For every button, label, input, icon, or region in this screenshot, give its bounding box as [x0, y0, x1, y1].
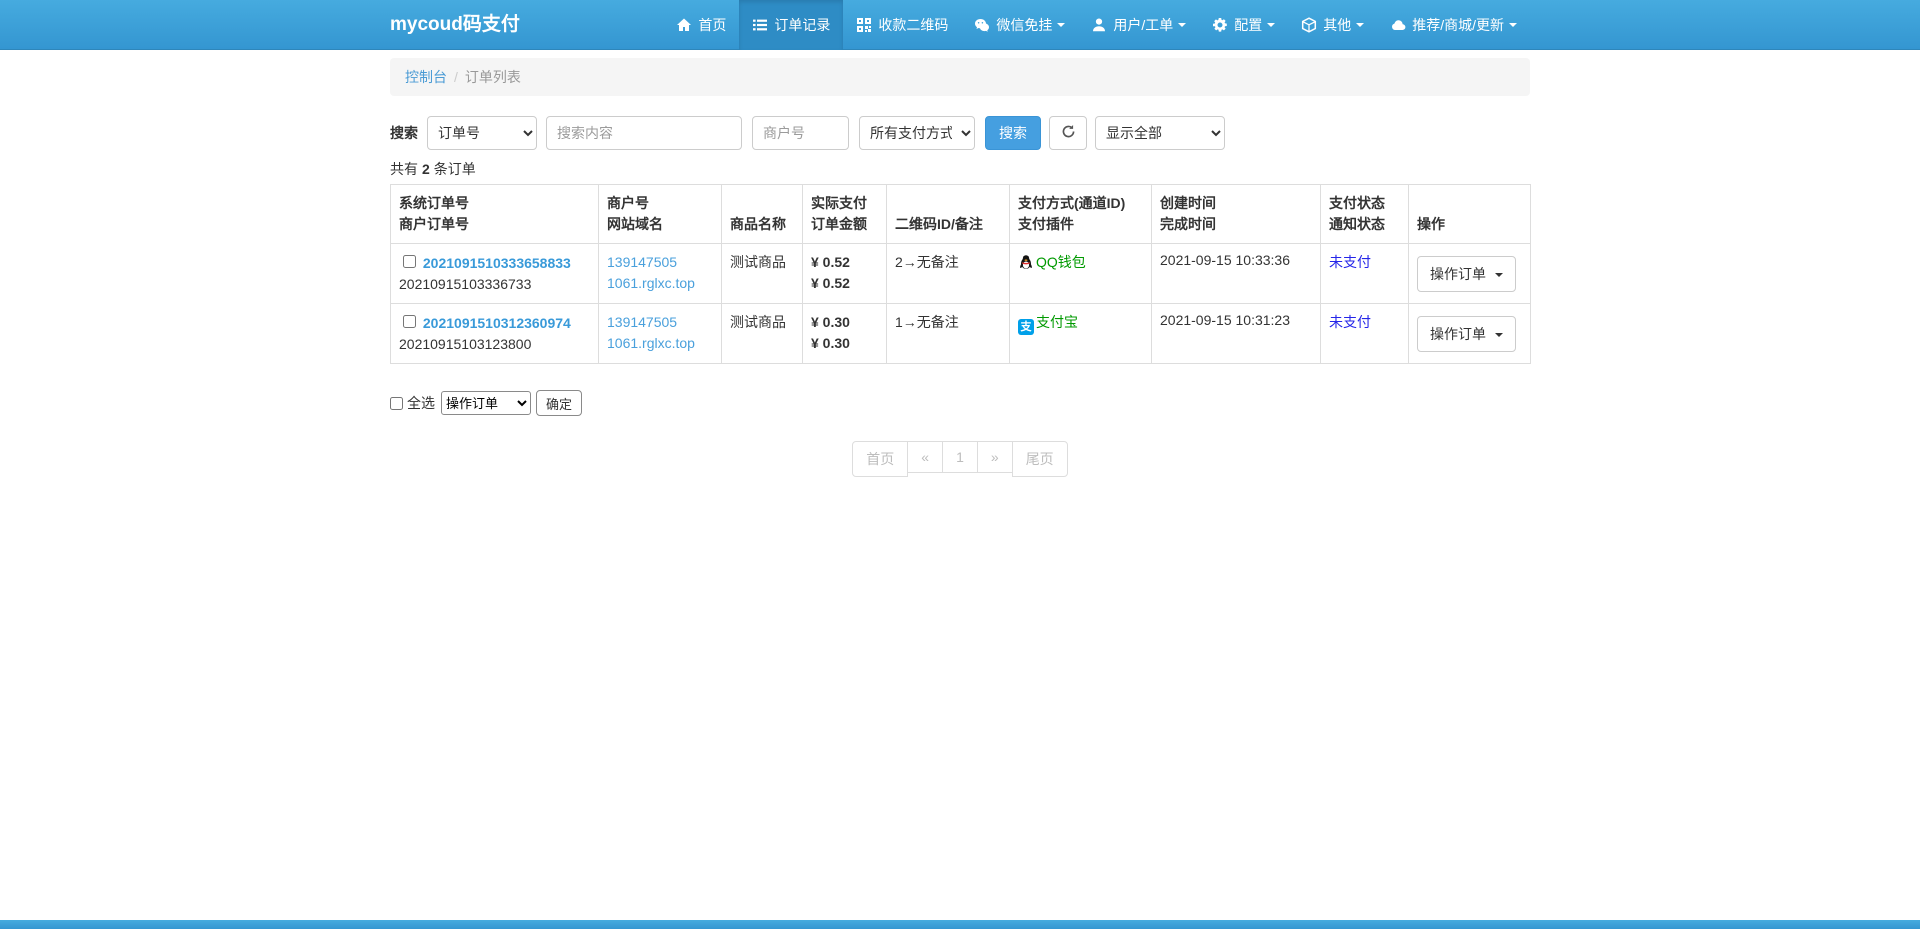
col-header-merchant: 商户号网站域名 [599, 185, 722, 244]
pay-status: 未支付 [1329, 254, 1371, 270]
col-header-order-numbers: 系统订单号商户订单号 [391, 185, 599, 244]
pay-status: 未支付 [1329, 314, 1371, 330]
display-filter-select[interactable]: 显示全部 [1095, 116, 1225, 150]
merchant-id-link[interactable]: 139147505 [607, 314, 677, 330]
cloud-icon [1390, 17, 1406, 33]
order-action-button[interactable]: 操作订单 [1417, 256, 1516, 292]
chevron-down-icon [1495, 333, 1503, 337]
select-all-label: 全选 [407, 393, 435, 413]
order-count: 2 [422, 161, 430, 177]
breadcrumb: 控制台 / 订单列表 [390, 58, 1530, 96]
created-time: 2021-09-15 10:33:36 [1152, 244, 1321, 304]
search-toolbar: 搜索 订单号 所有支付方式 搜索 显示全部 [390, 116, 1530, 150]
row-checkbox[interactable] [403, 255, 416, 268]
nav-item-other[interactable]: 其他 [1288, 0, 1377, 50]
system-order-link[interactable]: 2021091510333658833 [423, 255, 571, 271]
col-header-actions: 操作 [1409, 185, 1531, 244]
created-time: 2021-09-15 10:31:23 [1152, 304, 1321, 364]
wechat-icon [974, 17, 990, 33]
merchant-order-number: 20210915103123800 [399, 334, 590, 355]
bulk-actions-bar: 全选 操作订单 确定 [390, 390, 1530, 416]
qq-wallet-icon [1018, 254, 1034, 270]
system-order-link[interactable]: 2021091510312360974 [423, 315, 571, 331]
domain-link[interactable]: 1061.rglxc.top [607, 275, 695, 291]
nav-item-qrcode[interactable]: 收款二维码 [843, 0, 961, 50]
chevron-down-icon [1495, 273, 1503, 277]
qr-note: 1→无备注 [887, 304, 1010, 364]
refresh-icon [1061, 124, 1076, 142]
col-header-pay-method: 支付方式(通道ID)支付插件 [1010, 185, 1152, 244]
search-type-select[interactable]: 订单号 [427, 116, 537, 150]
merchant-id-input[interactable] [752, 116, 849, 150]
col-header-amount: 实际支付订单金额 [803, 185, 887, 244]
cube-icon [1301, 17, 1317, 33]
qr-note: 2→无备注 [887, 244, 1010, 304]
product-name: 测试商品 [722, 244, 803, 304]
pagination: 首页 « 1 » 尾页 [0, 441, 1920, 477]
pagination-prev[interactable]: « [907, 441, 943, 473]
domain-link[interactable]: 1061.rglxc.top [607, 335, 695, 351]
chevron-down-icon [1178, 23, 1186, 27]
user-icon [1091, 17, 1107, 33]
order-amount: ¥ 0.30 [811, 333, 878, 354]
qrcode-icon [856, 17, 872, 33]
pagination-next[interactable]: » [977, 441, 1013, 473]
pay-method-name: 支付宝 [1036, 314, 1078, 330]
pay-type-select[interactable]: 所有支付方式 [859, 116, 975, 150]
product-name: 测试商品 [722, 304, 803, 364]
list-icon [752, 17, 768, 33]
nav-item-home[interactable]: 首页 [663, 0, 739, 50]
paid-amount: ¥ 0.52 [811, 252, 878, 273]
breadcrumb-current: 订单列表 [465, 69, 521, 85]
chevron-down-icon [1509, 23, 1517, 27]
pagination-page-1[interactable]: 1 [942, 441, 978, 473]
order-amount: ¥ 0.52 [811, 273, 878, 294]
top-navbar: mycoud码支付 首页 订单记录 收款二维码 [0, 0, 1920, 50]
nav-item-recommend-shop-update[interactable]: 推荐/商城/更新 [1377, 0, 1530, 50]
alipay-icon: 支 [1018, 319, 1034, 335]
nav-item-config[interactable]: 配置 [1199, 0, 1288, 50]
gear-icon [1212, 17, 1228, 33]
nav-item-users-tickets[interactable]: 用户/工单 [1078, 0, 1199, 50]
search-label: 搜索 [390, 123, 418, 143]
brand-logo[interactable]: mycoud码支付 [390, 0, 520, 50]
chevron-down-icon [1356, 23, 1364, 27]
chevron-down-icon [1057, 23, 1065, 27]
search-button[interactable]: 搜索 [985, 116, 1041, 150]
select-all-checkbox[interactable] [390, 397, 403, 410]
orders-table: 系统订单号商户订单号 商户号网站域名 商品名称 实际支付订单金额 二维码ID/备… [390, 184, 1531, 364]
bulk-action-select[interactable]: 操作订单 [441, 391, 531, 415]
footer-bar [0, 920, 1920, 929]
confirm-button[interactable]: 确定 [536, 390, 582, 416]
col-header-qr-note: 二维码ID/备注 [887, 185, 1010, 244]
chevron-down-icon [1267, 23, 1275, 27]
merchant-id-link[interactable]: 139147505 [607, 254, 677, 270]
pagination-first[interactable]: 首页 [852, 441, 908, 477]
pay-method-name: QQ钱包 [1036, 254, 1086, 270]
table-row: 2021091510312360974 20210915103123800 13… [391, 304, 1531, 364]
nav-item-order-records[interactable]: 订单记录 [739, 0, 843, 50]
order-count-summary: 共有2条订单 [390, 159, 1530, 179]
table-header-row: 系统订单号商户订单号 商户号网站域名 商品名称 实际支付订单金额 二维码ID/备… [391, 185, 1531, 244]
nav-item-wechat[interactable]: 微信免挂 [961, 0, 1078, 50]
home-icon [676, 17, 692, 33]
merchant-order-number: 20210915103336733 [399, 274, 590, 295]
breadcrumb-console-link[interactable]: 控制台 [405, 69, 447, 85]
search-input[interactable] [546, 116, 742, 150]
col-header-status: 支付状态通知状态 [1321, 185, 1409, 244]
order-action-button[interactable]: 操作订单 [1417, 316, 1516, 352]
table-row: 2021091510333658833 20210915103336733 13… [391, 244, 1531, 304]
col-header-time: 创建时间完成时间 [1152, 185, 1321, 244]
main-menu: 首页 订单记录 收款二维码 微信免挂 [663, 0, 1530, 50]
paid-amount: ¥ 0.30 [811, 312, 878, 333]
refresh-button[interactable] [1049, 116, 1087, 150]
breadcrumb-separator: / [454, 69, 458, 85]
row-checkbox[interactable] [403, 315, 416, 328]
col-header-product: 商品名称 [722, 185, 803, 244]
pagination-last[interactable]: 尾页 [1012, 441, 1068, 477]
